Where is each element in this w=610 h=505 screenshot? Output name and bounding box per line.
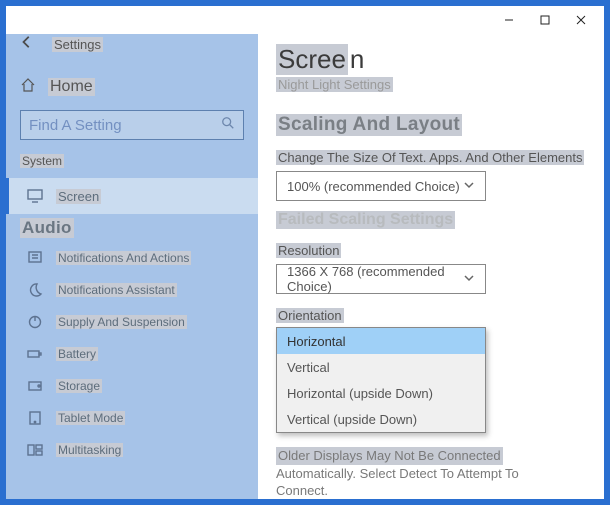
page-title: Scree n: [276, 44, 586, 75]
search-icon: [221, 116, 235, 134]
sidebar-item-tablet-mode[interactable]: Tablet Mode: [20, 402, 244, 434]
sidebar-item-label: Notifications Assistant: [56, 283, 177, 297]
close-button[interactable]: [564, 10, 598, 30]
maximize-button[interactable]: [528, 10, 562, 30]
dropdown-option-vertical[interactable]: Vertical: [277, 354, 485, 380]
sidebar-item-screen[interactable]: Screen: [6, 178, 258, 214]
sidebar-item-home[interactable]: Home: [20, 74, 244, 100]
notifications-icon: [26, 250, 44, 266]
tablet-icon: [26, 410, 44, 426]
sidebar-item-focus-assist[interactable]: Notifications Assistant: [20, 274, 244, 306]
power-icon: [26, 314, 44, 330]
select-value: 100% (recommended Choice): [287, 179, 460, 194]
monitor-icon: [26, 188, 44, 204]
battery-icon: [26, 346, 44, 362]
home-icon: [20, 77, 36, 98]
dropdown-option-horizontal[interactable]: Horizontal: [277, 328, 485, 354]
scale-label: Change The Size Of Text. Apps. And Other…: [276, 150, 586, 165]
storage-icon: [26, 378, 44, 394]
select-value: 1366 X 768 (recommended Choice): [287, 264, 463, 294]
advanced-scaling-link[interactable]: Failed Scaling Settings: [276, 211, 586, 229]
window-title: Settings: [52, 37, 103, 52]
orientation-dropdown[interactable]: Horizontal Vertical Horizontal (upside D…: [276, 327, 486, 433]
sidebar-item-label: Multitasking: [56, 443, 123, 457]
search-input[interactable]: Find A Setting: [20, 110, 244, 140]
chevron-down-icon: [463, 272, 475, 287]
resolution-select[interactable]: 1366 X 768 (recommended Choice): [276, 264, 486, 294]
sidebar-item-battery[interactable]: Battery: [20, 338, 244, 370]
multitasking-icon: [26, 442, 44, 458]
chevron-down-icon: [463, 179, 475, 194]
sidebar-group-audio: Audio: [20, 218, 244, 238]
sidebar-item-label: Home: [48, 78, 95, 96]
dropdown-option-vertical-flipped[interactable]: Vertical (upside Down): [277, 406, 485, 432]
scale-select[interactable]: 100% (recommended Choice): [276, 171, 486, 201]
minimize-button[interactable]: [492, 10, 526, 30]
section-scaling-layout: Scaling And Layout: [276, 114, 586, 136]
multi-display-note: Older Displays May Not Be Connected Auto…: [276, 447, 566, 499]
dropdown-option-horizontal-flipped[interactable]: Horizontal (upside Down): [277, 380, 485, 406]
sidebar: Settings Home Find A Setting System: [6, 34, 258, 499]
resolution-label: Resolution: [276, 243, 586, 258]
search-placeholder: Find A Setting: [29, 117, 122, 134]
settings-window: Settings Home Find A Setting System: [6, 6, 604, 499]
sidebar-item-label: Screen: [56, 189, 101, 204]
window-titlebar: [6, 6, 604, 34]
sidebar-item-power-sleep[interactable]: Supply And Suspension: [20, 306, 244, 338]
sidebar-item-notifications[interactable]: Notifications And Actions: [20, 242, 244, 274]
desktop-background: Settings Home Find A Setting System: [0, 0, 610, 505]
content-pane: Scree n Night Light Settings Scaling And…: [258, 34, 604, 499]
sidebar-item-label: Battery: [56, 347, 98, 361]
sidebar-item-label: Tablet Mode: [56, 411, 125, 425]
night-light-link[interactable]: Night Light Settings: [276, 77, 586, 92]
sidebar-item-multitasking[interactable]: Multitasking: [20, 434, 244, 466]
sidebar-item-storage[interactable]: Storage: [20, 370, 244, 402]
sidebar-group-system: System: [20, 154, 244, 168]
sidebar-item-label: Notifications And Actions: [56, 251, 191, 265]
sidebar-item-label: Supply And Suspension: [56, 315, 187, 329]
back-icon[interactable]: [20, 35, 34, 54]
sidebar-item-label: Storage: [56, 379, 102, 393]
moon-icon: [26, 282, 44, 298]
orientation-label: Orientation: [276, 308, 586, 323]
